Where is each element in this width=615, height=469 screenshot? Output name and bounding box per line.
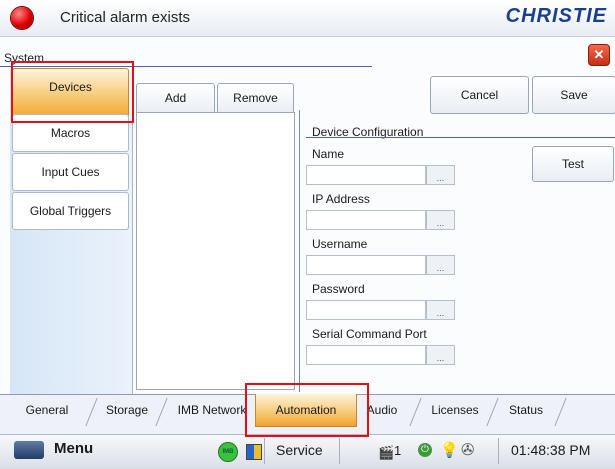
status-divider	[498, 438, 499, 464]
camera-icon: 🎬	[378, 445, 395, 460]
password-label: Password	[312, 282, 365, 296]
ip-address-browse-button[interactable]: ...	[426, 210, 455, 230]
highlight-box-devices	[11, 61, 134, 123]
tab-global-triggers-label: Global Triggers	[29, 204, 112, 218]
username-label: Username	[312, 237, 368, 251]
fan-icon[interactable]: ✇	[461, 440, 474, 460]
alarm-indicator-icon[interactable]	[11, 7, 33, 29]
name-label: Name	[312, 147, 345, 161]
clock: 01:48:38 PM	[511, 442, 591, 458]
name-browse-button[interactable]: ...	[426, 165, 455, 185]
device-list[interactable]	[136, 112, 295, 390]
serial-command-port-browse-button[interactable]: ...	[426, 345, 455, 365]
panel-separator	[299, 110, 300, 392]
username-browse-button[interactable]: ...	[426, 255, 455, 275]
projector-icon[interactable]	[14, 441, 44, 459]
ip-address-label: IP Address	[312, 192, 370, 206]
password-field[interactable]	[306, 300, 426, 320]
tab-general[interactable]: General	[14, 394, 80, 426]
tab-licenses[interactable]: Licenses	[422, 394, 488, 426]
camera-count: 1	[394, 443, 402, 458]
username-field[interactable]	[306, 255, 426, 275]
serial-command-port-field[interactable]	[306, 345, 426, 365]
password-browse-button[interactable]: ...	[426, 300, 455, 320]
christie-logo: CHRISTIE	[505, 5, 607, 27]
highlight-box-automation	[245, 383, 369, 437]
remove-button[interactable]: Remove	[217, 83, 294, 114]
tab-imb-network[interactable]: IMB Network	[170, 394, 254, 426]
tab-input-cues-label: Input Cues	[41, 165, 100, 179]
close-button[interactable]: ✕	[588, 44, 610, 66]
device-configuration-divider	[306, 137, 615, 138]
save-button[interactable]: Save	[532, 76, 615, 114]
test-button[interactable]: Test	[532, 146, 614, 182]
service-label[interactable]: Service	[276, 442, 323, 458]
menu-button[interactable]: Menu	[54, 440, 93, 457]
status-divider	[339, 438, 340, 464]
tab-status[interactable]: Status	[500, 394, 552, 426]
cancel-button[interactable]: Cancel	[430, 76, 529, 114]
alarm-status-text[interactable]: Critical alarm exists	[60, 9, 190, 26]
add-button[interactable]: Add	[136, 83, 215, 114]
imb-status-icon[interactable]: IMB	[218, 442, 238, 462]
service-icon	[246, 444, 262, 460]
ip-address-field[interactable]	[306, 210, 426, 230]
serial-command-port-label: Serial Command Port	[312, 327, 427, 341]
status-divider	[264, 438, 265, 464]
name-field[interactable]	[306, 165, 426, 185]
power-icon[interactable]: ⏻	[418, 443, 432, 457]
lamp-icon[interactable]: 💡	[440, 441, 459, 459]
tab-storage[interactable]: Storage	[98, 394, 156, 426]
tab-input-cues[interactable]: Input Cues	[12, 153, 129, 191]
tab-global-triggers[interactable]: Global Triggers	[12, 192, 129, 230]
